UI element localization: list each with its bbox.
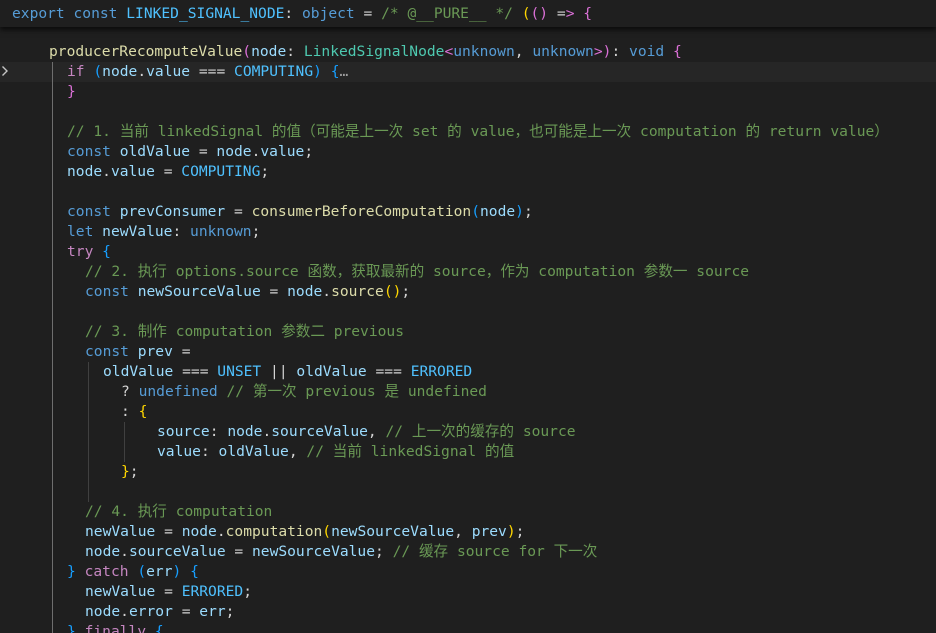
code-line[interactable]: value: oldValue, // 当前 linkedSignal 的值 — [0, 442, 936, 462]
code-line[interactable]: oldValue === UNSET || oldValue === ERROR… — [0, 362, 936, 382]
code-line-text: // 3. 制作 computation 参数二 previous — [85, 323, 404, 340]
code-line[interactable]: node.value = COMPUTING; — [0, 162, 936, 182]
code-line[interactable]: newValue = node.computation(newSourceVal… — [0, 522, 936, 542]
code-line[interactable] — [0, 302, 936, 322]
code-line-text: } — [67, 83, 76, 100]
code-line-text: const prevConsumer = consumerBeforeCompu… — [67, 203, 533, 220]
code-line[interactable]: let newValue: unknown; — [0, 222, 936, 242]
code-line-text: producerRecomputeValue(node: LinkedSigna… — [49, 43, 682, 60]
code-line[interactable]: const newSourceValue = node.source(); — [0, 282, 936, 302]
code-line-text: // 1. 当前 linkedSignal 的值（可能是上一次 set 的 va… — [67, 123, 889, 140]
code-line-text: oldValue === UNSET || oldValue === ERROR… — [103, 363, 473, 380]
code-line-text: } finally { — [67, 623, 164, 633]
code-editor[interactable]: export const LINKED_SIGNAL_NODE: object … — [0, 0, 936, 633]
code-line-text: // 4. 执行 computation — [85, 503, 273, 520]
code-line-text: if (node.value === COMPUTING) {… — [67, 63, 349, 80]
code-line[interactable]: newValue = ERRORED; — [0, 582, 936, 602]
code-lines: producerRecomputeValue(node: LinkedSigna… — [0, 42, 936, 633]
code-line[interactable]: : { — [0, 402, 936, 422]
code-line[interactable]: const prevConsumer = consumerBeforeCompu… — [0, 202, 936, 222]
code-line[interactable] — [0, 102, 936, 122]
code-line[interactable] — [0, 482, 936, 502]
code-line[interactable]: }; — [0, 462, 936, 482]
code-line-text: node.error = err; — [85, 603, 235, 620]
code-line-text: node.value = COMPUTING; — [67, 163, 270, 180]
code-line[interactable]: } catch (err) { — [0, 562, 936, 582]
code-line[interactable]: const prev = — [0, 342, 936, 362]
code-line-text: try { — [67, 243, 111, 260]
code-line[interactable]: const oldValue = node.value; — [0, 142, 936, 162]
code-line[interactable] — [0, 182, 936, 202]
code-line[interactable]: node.sourceValue = newSourceValue; // 缓存… — [0, 542, 936, 562]
code-line-text: newValue = ERRORED; — [85, 583, 252, 600]
code-line-text: newValue = node.computation(newSourceVal… — [85, 523, 525, 540]
code-line[interactable]: if (node.value === COMPUTING) {… — [0, 62, 936, 82]
code-line-text: // 2. 执行 options.source 函数，获取最新的 source，… — [85, 263, 750, 280]
code-line[interactable]: // 3. 制作 computation 参数二 previous — [0, 322, 936, 342]
code-line[interactable]: // 4. 执行 computation — [0, 502, 936, 522]
chevron-right-icon[interactable] — [0, 64, 10, 78]
code-line[interactable]: source: node.sourceValue, // 上一次的缓存的 sou… — [0, 422, 936, 442]
code-line[interactable]: try { — [0, 242, 936, 262]
sticky-scroll-header[interactable]: export const LINKED_SIGNAL_NODE: object … — [0, 0, 936, 27]
code-line-text: value: oldValue, // 当前 linkedSignal 的值 — [157, 443, 515, 460]
code-line-text: const oldValue = node.value; — [67, 143, 314, 160]
sticky-header-text: export const LINKED_SIGNAL_NODE: object … — [12, 5, 593, 22]
code-line[interactable]: // 2. 执行 options.source 函数，获取最新的 source，… — [0, 262, 936, 282]
code-line-text: node.sourceValue = newSourceValue; // 缓存… — [85, 543, 598, 560]
code-line-text: let newValue: unknown; — [67, 223, 261, 240]
code-line-text: : { — [121, 403, 148, 420]
code-line-text: const newSourceValue = node.source(); — [85, 283, 411, 300]
code-line-text: } catch (err) { — [67, 563, 199, 580]
code-line[interactable]: } — [0, 82, 936, 102]
code-line[interactable]: node.error = err; — [0, 602, 936, 622]
code-line[interactable]: } finally { — [0, 622, 936, 633]
code-line-text: ? undefined // 第一次 previous 是 undefined — [121, 383, 487, 400]
code-line[interactable]: ? undefined // 第一次 previous 是 undefined — [0, 382, 936, 402]
code-line[interactable]: producerRecomputeValue(node: LinkedSigna… — [0, 42, 936, 62]
code-line-text: }; — [121, 463, 139, 480]
code-line-text: const prev = — [85, 343, 191, 360]
code-line[interactable]: // 1. 当前 linkedSignal 的值（可能是上一次 set 的 va… — [0, 122, 936, 142]
code-line-text: source: node.sourceValue, // 上一次的缓存的 sou… — [157, 423, 576, 440]
